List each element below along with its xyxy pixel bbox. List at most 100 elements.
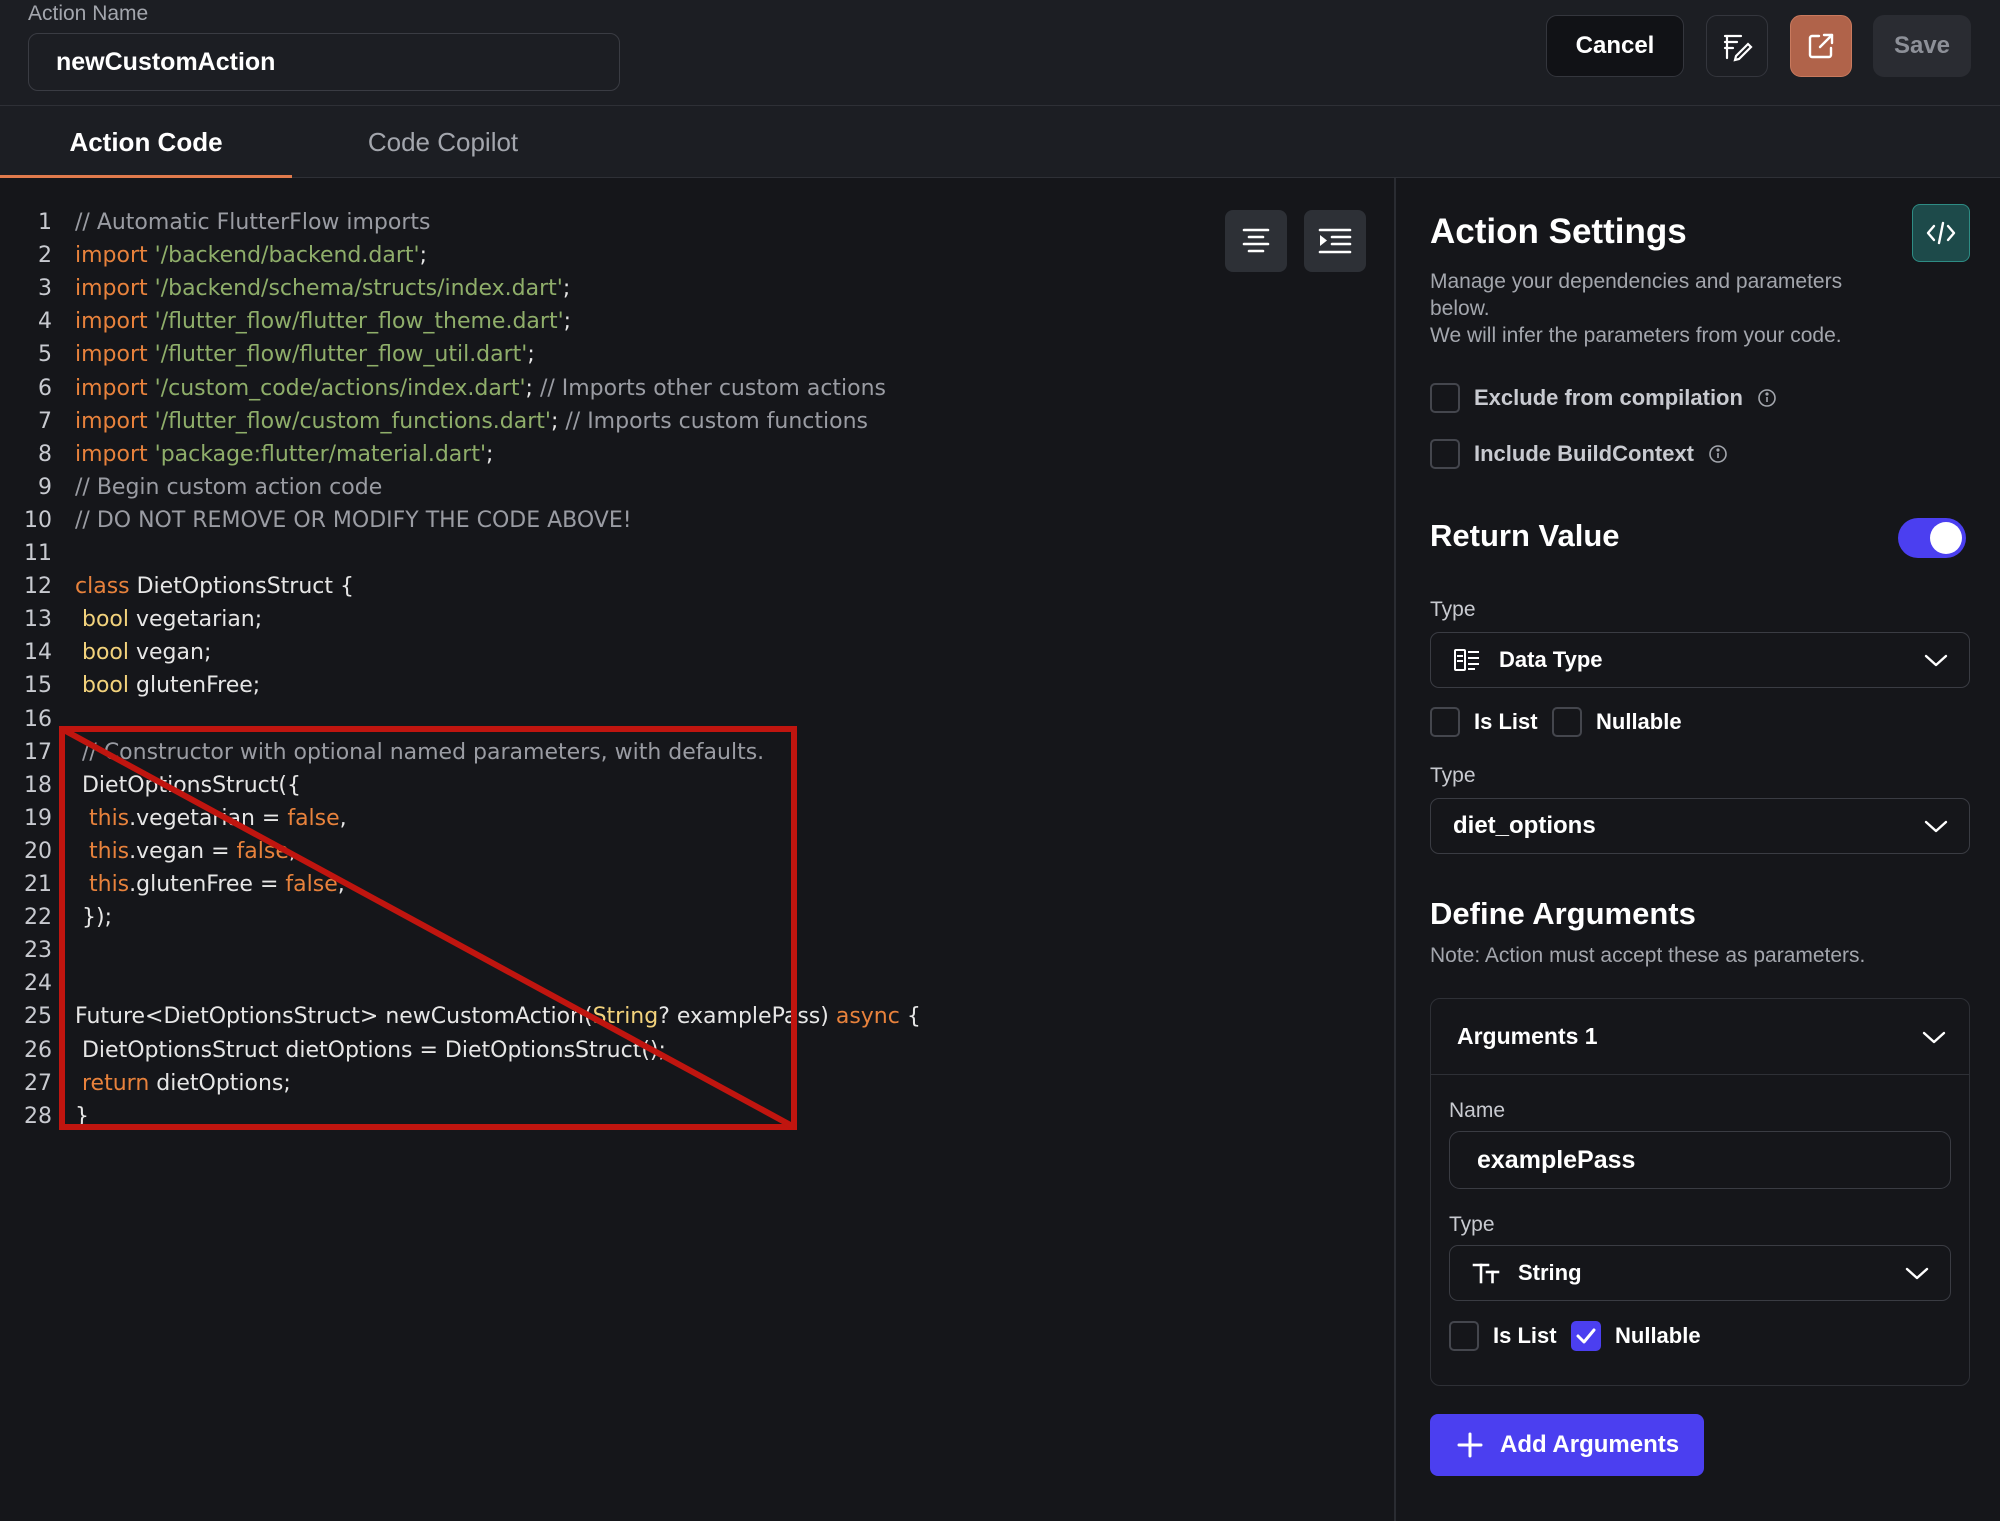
return-is-list-row[interactable]: Is List — [1430, 707, 1538, 737]
code-text: this.vegetarian = false, — [75, 802, 347, 835]
argument-type-select[interactable]: String — [1449, 1245, 1951, 1301]
code-line[interactable]: 5 import '/flutter_flow/flutter_flow_util… — [0, 338, 1394, 371]
exclude-compilation-row[interactable]: Exclude from compilation — [1430, 382, 1777, 414]
code-line[interactable]: 28} — [0, 1100, 1394, 1133]
chevron-down-icon — [1905, 1267, 1929, 1280]
code-token: .vegan = — [129, 838, 237, 864]
add-arguments-label: Add Arguments — [1500, 1431, 1680, 1458]
code-token: // Constructor with optional named param… — [82, 739, 765, 765]
return-nullable-row[interactable]: Nullable — [1552, 707, 1682, 737]
argument-nullable-checkbox[interactable] — [1571, 1321, 1601, 1351]
code-line[interactable]: 27 return dietOptions; — [0, 1067, 1394, 1100]
code-text: DietOptionsStruct dietOptions = DietOpti… — [75, 1034, 666, 1067]
code-line[interactable]: 2 import '/backend/backend.dart'; — [0, 239, 1394, 272]
code-text: import '/flutter_flow/custom_functions.d… — [75, 405, 868, 438]
info-icon[interactable] — [1708, 444, 1728, 464]
code-line[interactable]: 22 }); — [0, 901, 1394, 934]
info-icon[interactable] — [1757, 388, 1777, 408]
code-token: ; — [563, 309, 572, 335]
line-number: 5 — [38, 342, 52, 368]
code-line[interactable]: 1 // Automatic FlutterFlow imports — [0, 206, 1394, 239]
open-external-button[interactable] — [1790, 15, 1852, 77]
code-line[interactable]: 26 DietOptionsStruct dietOptions = DietO… — [0, 1034, 1394, 1067]
return-subtype-select[interactable]: diet_options — [1430, 798, 1970, 854]
action-settings-panel: Action Settings Manage your dependencies… — [1396, 178, 2000, 1521]
code-editor[interactable]: 1 // Automatic FlutterFlow imports 2 import… — [0, 178, 1394, 1521]
code-token: '/custom_code/actions/index.dart' — [154, 375, 526, 401]
argument-header-label: Arguments 1 — [1457, 1023, 1598, 1049]
return-value-toggle[interactable] — [1898, 518, 1966, 558]
code-line[interactable]: 3 import '/backend/schema/structs/index.d… — [0, 272, 1394, 305]
return-value-title: Return Value — [1430, 518, 1620, 553]
argument-is-list-checkbox[interactable] — [1449, 1321, 1479, 1351]
code-line[interactable]: 4 import '/flutter_flow/flutter_flow_them… — [0, 305, 1394, 338]
code-line[interactable]: 16 — [0, 703, 1394, 736]
code-token: , — [288, 838, 296, 864]
format-doc-button[interactable] — [1706, 15, 1768, 77]
action-name-input[interactable] — [28, 33, 620, 91]
save-button[interactable]: Save — [1873, 15, 1971, 77]
cancel-button[interactable]: Cancel — [1546, 15, 1684, 77]
code-token: false — [285, 872, 338, 897]
tab-code-copilot[interactable]: Code Copilot — [320, 106, 566, 178]
code-line[interactable]: 13 bool vegetarian; — [0, 603, 1394, 636]
chevron-down-icon — [1924, 654, 1948, 667]
code-token: import — [75, 441, 155, 467]
code-line[interactable]: 10 // DO NOT REMOVE OR MODIFY THE CODE AB… — [0, 504, 1394, 537]
argument-header[interactable]: Arguments 1 — [1431, 999, 1969, 1075]
code-line[interactable]: 9 // Begin custom action code — [0, 471, 1394, 504]
exclude-compilation-checkbox[interactable] — [1430, 383, 1460, 413]
code-token: import — [75, 276, 155, 302]
code-line[interactable]: 23 — [0, 934, 1394, 967]
code-token: this — [89, 872, 130, 897]
argument-name-input[interactable] — [1449, 1131, 1951, 1189]
code-token: ; — [562, 276, 571, 302]
return-nullable-label: Nullable — [1596, 709, 1682, 734]
argument-is-list-row[interactable]: Is List — [1449, 1321, 1557, 1351]
align-center-button[interactable] — [1225, 210, 1287, 272]
argument-nullable-row[interactable]: Nullable — [1571, 1321, 1701, 1351]
code-line[interactable]: 11 — [0, 537, 1394, 570]
return-nullable-checkbox[interactable] — [1552, 707, 1582, 737]
code-line[interactable]: 7 import '/flutter_flow/custom_functions.… — [0, 405, 1394, 438]
code-line[interactable]: 19 this.vegetarian = false, — [0, 802, 1394, 835]
code-line[interactable]: 24 — [0, 967, 1394, 1000]
code-token: ; — [525, 375, 540, 401]
code-line[interactable]: 18 DietOptionsStruct({ — [0, 769, 1394, 802]
code-brackets-icon — [1926, 221, 1956, 245]
code-line[interactable]: 8 import 'package:flutter/material.dart'; — [0, 438, 1394, 471]
header-bar: Action Name Cancel Save — [0, 0, 2000, 106]
include-buildcontext-checkbox[interactable] — [1430, 439, 1460, 469]
include-buildcontext-row[interactable]: Include BuildContext — [1430, 438, 1728, 470]
code-line[interactable]: 20 this.vegan = false, — [0, 835, 1394, 868]
code-line[interactable]: 25 Future<DietOptionsStruct> newCustomAct… — [0, 1000, 1394, 1033]
checkmark-icon — [1576, 1328, 1596, 1344]
document-edit-icon — [1723, 34, 1753, 62]
indent-button[interactable] — [1304, 210, 1366, 272]
code-line[interactable]: 21 this.glutenFree = false, — [0, 868, 1394, 901]
text-type-icon — [1472, 1263, 1500, 1284]
line-number: 15 — [24, 673, 52, 699]
argument-card: Arguments 1 Name Type String Is List — [1430, 998, 1970, 1386]
tab-action-code[interactable]: Action Code — [0, 106, 292, 179]
line-number: 11 — [24, 541, 52, 566]
code-line[interactable]: 12 class DietOptionsStruct { — [0, 570, 1394, 603]
code-line[interactable]: 15 bool glutenFree; — [0, 669, 1394, 702]
code-token: async — [835, 1004, 900, 1030]
code-line[interactable]: 17 // Constructor with optional named pa… — [0, 736, 1394, 769]
return-is-list-checkbox[interactable] — [1430, 707, 1460, 737]
code-line[interactable]: 6 import '/custom_code/actions/index.dart… — [0, 372, 1394, 405]
code-text: this.vegan = false, — [75, 835, 296, 868]
add-arguments-button[interactable]: Add Arguments — [1430, 1414, 1704, 1476]
code-line[interactable]: 14 bool vegan; — [0, 636, 1394, 669]
code-view-button[interactable] — [1912, 204, 1970, 262]
code-token: } — [75, 1103, 89, 1129]
return-type-select[interactable]: Data Type — [1430, 632, 1970, 688]
line-number: 14 — [24, 640, 52, 666]
line-number: 8 — [38, 441, 52, 467]
